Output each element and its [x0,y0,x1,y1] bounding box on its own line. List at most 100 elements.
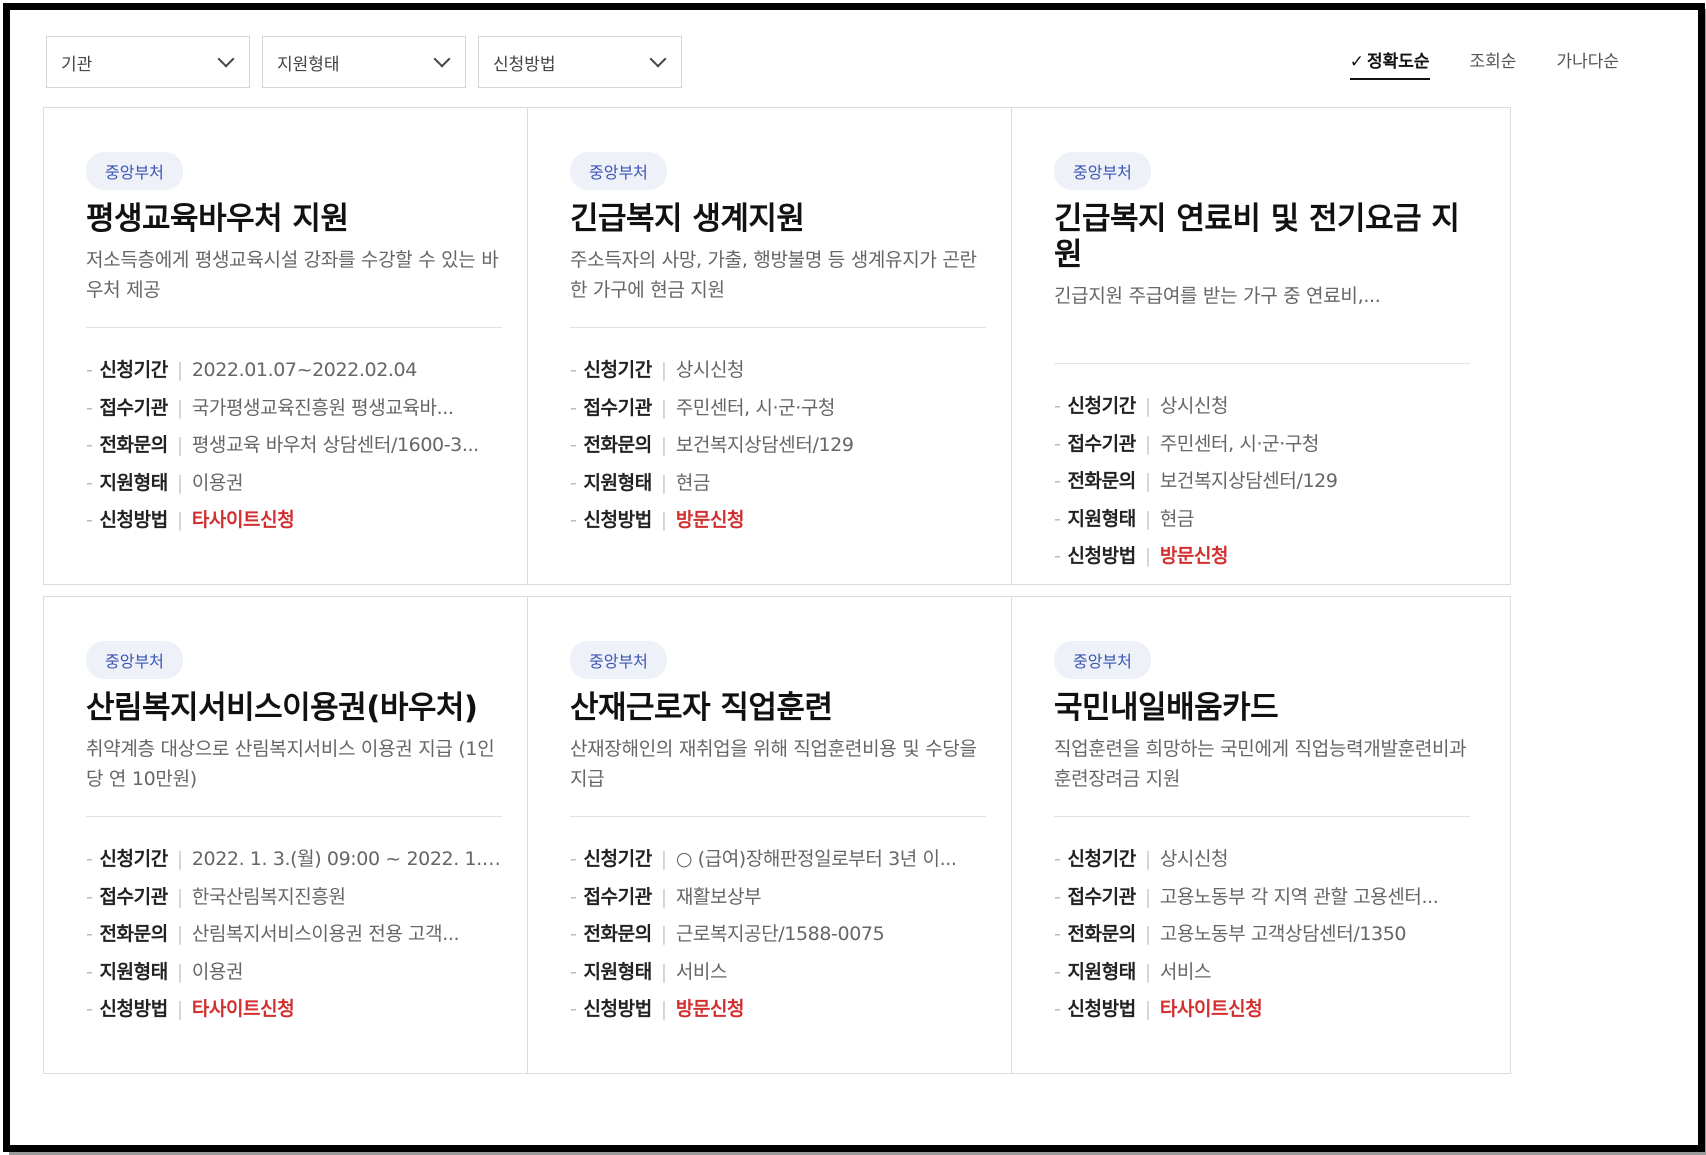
separator: | [176,471,183,494]
service-card[interactable]: 중앙부처산재근로자 직업훈련산재장해인의 재취업을 위해 직업훈련비용 및 수당… [527,596,1027,1074]
card-info-list: - 신청기간 | 상시신청 - 접수기관 | 주민센터, 시·군·구청 - 전화문의 | 보건복지상담… [1054,388,1470,576]
separator: | [660,509,667,531]
info-label: 신청기간 [583,359,652,381]
info-label: 전화문의 [1067,923,1136,945]
info-value: 재활보상부 [675,885,762,908]
agency-row: - 접수기관 | 고용노동부 각 지역 관할 고용센터... [1054,879,1470,917]
info-value: 2022.01.07~2022.02.04 [191,359,417,381]
info-label: 접수기관 [99,396,168,419]
info-label: 신청기간 [99,359,168,381]
dash-icon: - [1054,470,1061,492]
category-badge: 중앙부처 [1054,641,1151,679]
separator: | [176,960,183,983]
info-value: 주민센터, 시·군·구청 [1159,432,1320,455]
dash-icon: - [1054,545,1061,567]
info-label: 전화문의 [99,923,168,945]
card-info-list: - 신청기간 | ○ (급여)장해판정일로부터 3년 이... - 접수기관 | 재활보상부 -… [570,841,986,1029]
separator: | [176,509,183,531]
info-label: 지원형태 [583,960,652,983]
info-label: 신청기간 [583,848,652,870]
filter-support-type-label: 지원형태 [277,54,340,75]
card-description: 저소득층에게 평생교육시설 강좌를 수강할 수 있는 바우처 제공 [86,249,499,301]
separator: | [176,885,183,908]
filter-support-type-select[interactable]: 지원형태 [262,36,466,88]
info-label: 접수기관 [1067,432,1136,455]
info-value: 국가평생교육진흥원 평생교육바... [191,396,454,419]
apply-method-row: - 신청방법 | 방문신청 [570,991,986,1029]
card-description: 산재장해인의 재취업을 위해 직업훈련비용 및 수당을 지급 [570,738,977,790]
filter-apply-method-label: 신청방법 [493,54,556,75]
separator: | [660,359,667,381]
support-type-row: - 지원형태 | 서비스 [570,954,986,992]
separator: | [660,396,667,419]
info-value: 상시신청 [1159,848,1229,870]
service-card[interactable]: 중앙부처 산림복지서비스이용권(바우처) 취약계층 대상으로 산림복지서비스 이용권… [43,596,543,1074]
sort-alphabetical[interactable]: 가나다순 [1556,47,1619,80]
agency-row: - 접수기관 | 한국산림복지진흥원 [86,879,502,917]
card-description: 긴급지원 주급여를 받는 가구 중 연료비,... [1054,285,1381,307]
card-divider [86,327,502,328]
separator: | [660,434,667,456]
separator: | [1144,507,1151,530]
dash-icon: - [86,885,93,908]
dash-icon: - [86,509,93,531]
separator: | [176,396,183,419]
separator: | [660,998,667,1020]
dash-icon: - [1054,960,1061,983]
dash-icon: - [570,960,577,983]
period-row: - 신청기간 | 2022.01.07~2022.02.04 [86,352,502,390]
info-value: 상시신청 [1159,395,1229,417]
apply-method-row: - 신청방법 | 타사이트신청 [86,502,502,540]
info-label: 신청기간 [99,848,168,870]
service-card[interactable]: 중앙부처국민내일배움카드직업훈련을 희망하는 국민에게 직업능력개발훈련비과 훈… [1011,596,1511,1074]
phone-row: - 전화문의 | 산림복지서비스이용권 전용 고객... [86,916,502,954]
info-label: 신청방법 [99,998,168,1020]
service-card[interactable]: 중앙부처 긴급복지 연료비 및 전기요금 지원 긴급지원 주급여를 받는 가구 중 … [1011,107,1511,585]
info-value: 보건복지상담센터/129 [675,434,854,456]
separator: | [176,359,183,381]
category-badge: 중앙부처 [570,152,667,190]
sort-options: ✓ 정확도순 조회순 가나다순 [1310,47,1619,80]
card-description: 취약계층 대상으로 산림복지서비스 이용권 지급 (1인당 연 10만원) [86,738,495,790]
card-divider [86,816,502,817]
card-divider [570,327,986,328]
dash-icon: - [570,998,577,1020]
support-type-row: - 지원형태 | 서비스 [1054,954,1470,992]
card-title[interactable]: 산림복지서비스이용권(바우처) [86,690,502,726]
service-card[interactable]: 중앙부처 평생교육바우처 지원 저소득층에게 평생교육시설 강좌를 수강할 수 있는… [43,107,543,585]
card-title[interactable]: 평생교육바우처 지원 [86,201,502,237]
separator: | [176,848,183,870]
apply-method-row: - 신청방법 | 방문신청 [570,502,986,540]
card-title[interactable]: 긴급복지 연료비 및 전기요금 지원 [1054,201,1470,273]
filter-apply-method-select[interactable]: 신청방법 [478,36,682,88]
sort-accuracy[interactable]: ✓ 정확도순 [1349,47,1430,80]
card-title[interactable]: 국민내일배움카드 [1054,690,1470,726]
card-title[interactable]: 긴급복지 생계지원 [570,201,986,237]
page-frame: 기관 지원형태 신청방법 ✓ 정확도순 조회순 가나다순 중앙부처 평생교육바우처 … [3,3,1705,1152]
phone-row: - 전화문의 | 보건복지상담센터/129 [570,427,986,465]
dash-icon: - [570,509,577,531]
period-row: - 신청기간 | ○ (급여)장해판정일로부터 3년 이... [570,841,986,879]
service-card[interactable]: 중앙부처긴급복지 생계지원주소득자의 사망, 가출, 행방불명 등 생계유지가 … [527,107,1027,585]
sort-views[interactable]: 조회순 [1470,47,1517,80]
info-label: 신청방법 [1067,998,1136,1020]
filter-agency-select[interactable]: 기관 [46,36,250,88]
card-description: 직업훈련을 희망하는 국민에게 직업능력개발훈련비과 훈련장려금 지원 [1054,738,1467,790]
info-value: 이용권 [191,960,244,983]
separator: | [1144,885,1151,908]
info-value: 방문신청 [1159,545,1229,567]
sort-accuracy-label: 정확도순 [1366,52,1430,72]
dash-icon: - [86,998,93,1020]
info-value: 한국산림복지진흥원 [191,885,346,908]
info-value: 현금 [1159,507,1195,530]
info-value: 이용권 [191,471,244,494]
card-description: 주소득자의 사망, 가출, 행방불명 등 생계유지가 곤란한 가구에 현금 지원 [570,249,977,301]
phone-row: - 전화문의 | 고용노동부 고객상담센터/1350 [1054,916,1470,954]
dash-icon: - [1054,998,1061,1020]
card-title[interactable]: 산재근로자 직업훈련 [570,690,986,726]
info-value: 타사이트신청 [1159,998,1263,1020]
category-badge: 중앙부처 [570,641,667,679]
dash-icon: - [570,885,577,908]
apply-method-row: - 신청방법 | 방문신청 [1054,538,1470,576]
dash-icon: - [86,359,93,381]
